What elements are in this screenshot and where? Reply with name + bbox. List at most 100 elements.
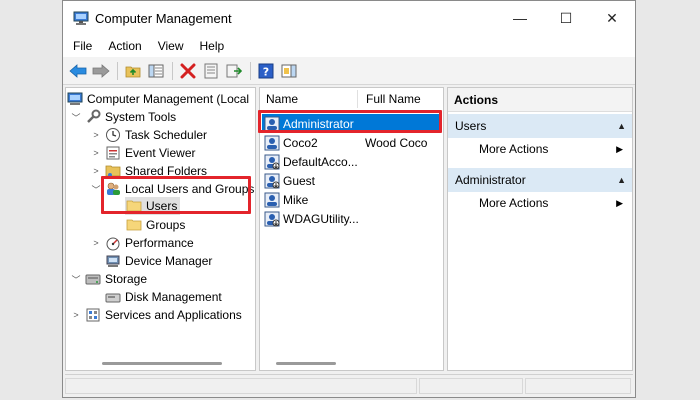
tree-item-local-users-groups[interactable]: ﹀ Local Users and Groups (90, 180, 254, 198)
list-item-administrator[interactable]: Administrator (262, 114, 440, 133)
chevron-right-icon[interactable]: > (90, 130, 102, 140)
tree-item-services-applications[interactable]: > Services and Applications (70, 306, 242, 324)
tree-item-event-viewer[interactable]: > Event Viewer (90, 144, 195, 162)
device-manager-icon (105, 253, 121, 269)
menu-help[interactable]: Help (200, 39, 225, 53)
back-arrow-icon[interactable] (67, 60, 89, 82)
more-actions-users[interactable]: More Actions ▶ (479, 138, 629, 160)
disabled-user-icon (264, 154, 280, 169)
collapse-caret-icon[interactable]: ▲ (617, 121, 626, 131)
more-actions-administrator[interactable]: More Actions ▶ (479, 192, 629, 214)
menu-file[interactable]: File (73, 39, 92, 53)
tree-item-computer-management[interactable]: Computer Management (Local (67, 90, 249, 108)
folder-icon (126, 198, 142, 214)
maximize-button[interactable]: ☐ (543, 1, 589, 35)
list-item-guest[interactable]: Guest (262, 171, 440, 190)
user-name: Guest (283, 173, 316, 188)
submenu-arrow-icon: ▶ (616, 197, 623, 208)
close-button[interactable]: ✕ (589, 1, 635, 35)
list-item-defaultaccount[interactable]: DefaultAcco... (262, 152, 440, 171)
show-hide-action-pane-icon[interactable] (278, 60, 300, 82)
status-segment (65, 378, 417, 394)
tree-item-disk-management[interactable]: Disk Management (102, 288, 222, 306)
actions-section-users[interactable]: Users ▲ (448, 114, 632, 138)
tree-item-shared-folders[interactable]: > Shared Folders (90, 162, 207, 180)
menu-view[interactable]: View (158, 39, 184, 53)
services-applications-icon (85, 307, 101, 323)
show-hide-console-tree-icon[interactable] (145, 60, 167, 82)
chevron-down-icon[interactable]: ﹀ (90, 183, 102, 196)
user-name: Coco2 (283, 135, 318, 150)
tree-label: Shared Folders (125, 164, 208, 178)
tree-item-system-tools[interactable]: ﹀ System Tools (70, 108, 176, 126)
chevron-right-icon[interactable]: > (90, 148, 102, 158)
tree-item-task-scheduler[interactable]: > Task Scheduler (90, 126, 207, 144)
tree-label: Users (146, 199, 178, 213)
properties-icon[interactable] (200, 60, 222, 82)
forward-arrow-icon[interactable] (90, 60, 112, 82)
column-header-name[interactable]: Name (266, 88, 298, 110)
up-folder-icon[interactable] (122, 60, 144, 82)
status-bar (65, 374, 633, 396)
toolbar-separator (250, 61, 251, 80)
list-item-wdagutility[interactable]: WDAGUtility... (262, 209, 440, 228)
submenu-arrow-icon: ▶ (616, 143, 623, 154)
tree-item-storage[interactable]: ﹀ Storage (70, 270, 147, 288)
tree-label: Task Scheduler (125, 128, 208, 142)
performance-icon (105, 235, 121, 251)
chevron-right-icon[interactable]: > (90, 238, 102, 248)
shared-folder-icon (105, 163, 121, 179)
user-name: Mike (283, 192, 309, 207)
chevron-right-icon[interactable]: > (90, 166, 102, 176)
toolbar-separator (117, 61, 118, 80)
tree-label: Event Viewer (125, 146, 196, 160)
column-header-full-name[interactable]: Full Name (366, 88, 421, 110)
user-name: WDAGUtility... (283, 211, 359, 226)
status-segment (419, 378, 523, 394)
tree-label: Services and Applications (105, 308, 242, 322)
list-item-coco2[interactable]: Coco2 Wood Coco (262, 133, 440, 152)
tree-label: Storage (105, 272, 148, 286)
tree-label: System Tools (105, 110, 177, 124)
window-title: Computer Management (95, 11, 232, 26)
chevron-right-icon[interactable]: > (70, 310, 82, 320)
status-segment (525, 378, 631, 394)
tree-item-groups[interactable]: Groups (125, 216, 185, 234)
tree-label: Computer Management (Local (87, 92, 250, 106)
folder-icon (126, 217, 142, 233)
user-icon (264, 116, 280, 131)
column-divider[interactable] (357, 90, 358, 108)
actions-section-administrator[interactable]: Administrator ▲ (448, 168, 632, 192)
delete-x-icon[interactable] (177, 60, 199, 82)
tree-item-performance[interactable]: > Performance (90, 234, 194, 252)
menu-bar: File Action View Help (63, 35, 635, 57)
export-list-icon[interactable] (223, 60, 245, 82)
tree-item-device-manager[interactable]: Device Manager (102, 252, 212, 270)
tree-label: Local Users and Groups (125, 182, 255, 196)
disabled-user-icon (264, 211, 280, 226)
list-item-mike[interactable]: Mike (262, 190, 440, 209)
horizontal-scrollbar[interactable] (102, 362, 222, 365)
actions-pane: Actions Users ▲ More Actions ▶ Administr… (447, 87, 633, 371)
system-tools-icon (85, 109, 101, 125)
actions-title: Actions (448, 88, 632, 112)
help-icon[interactable]: ? (255, 60, 277, 82)
user-full-name: Wood Coco (365, 135, 428, 150)
local-users-groups-icon (105, 181, 121, 197)
computer-management-icon (73, 11, 89, 26)
toolbar-separator (172, 61, 173, 80)
title-bar[interactable]: Computer Management — ☐ ✕ (63, 1, 635, 35)
user-name: DefaultAcco... (283, 154, 358, 169)
tree-item-users[interactable]: Users (125, 197, 181, 215)
console-tree: Computer Management (Local ﹀ System Tool… (65, 87, 256, 371)
chevron-down-icon[interactable]: ﹀ (70, 273, 82, 286)
horizontal-scrollbar[interactable] (276, 362, 336, 365)
toolbar: ? (63, 57, 635, 85)
collapse-caret-icon[interactable]: ▲ (617, 175, 626, 185)
tree-label: Groups (146, 218, 186, 232)
menu-action[interactable]: Action (108, 39, 141, 53)
storage-icon (85, 271, 101, 287)
chevron-down-icon[interactable]: ﹀ (70, 111, 82, 124)
minimize-button[interactable]: — (497, 1, 543, 35)
user-icon (264, 192, 280, 207)
